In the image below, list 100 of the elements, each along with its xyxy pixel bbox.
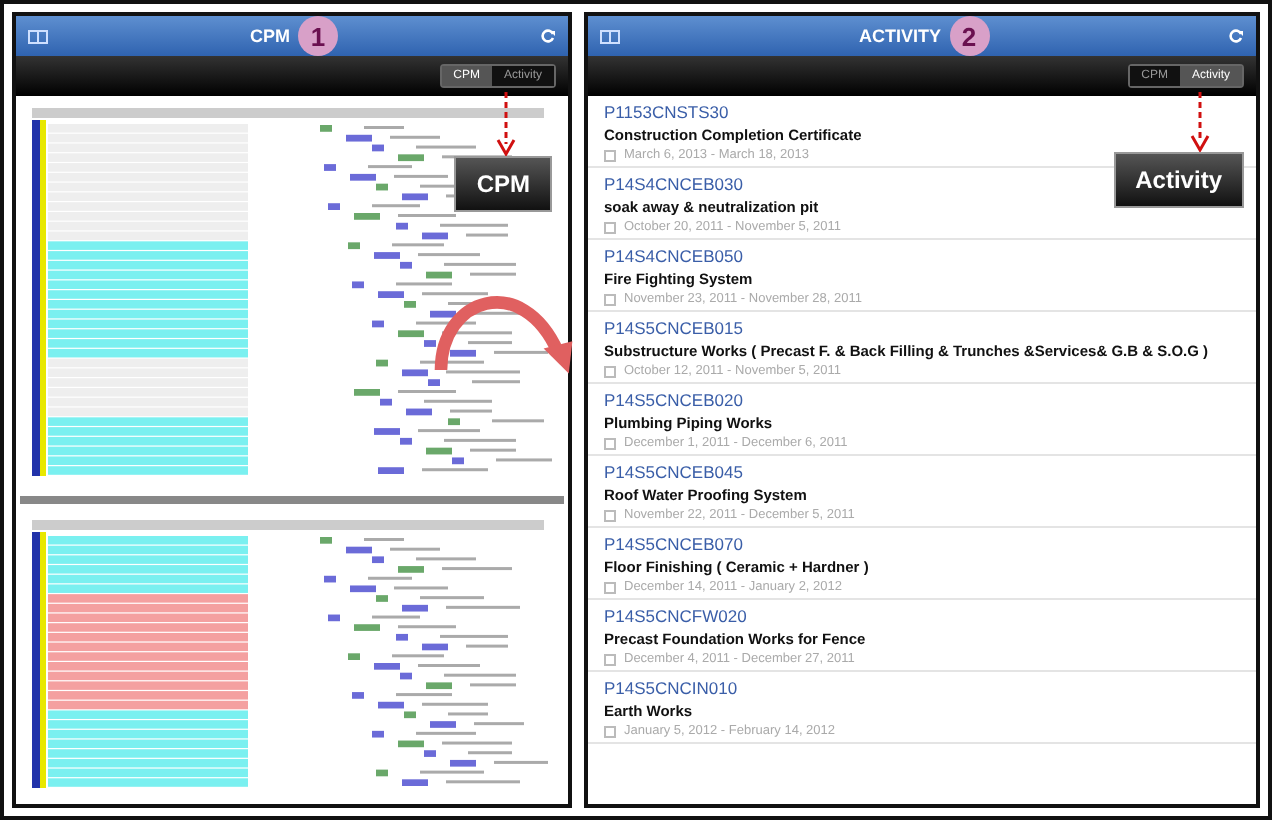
task-label-line (424, 399, 492, 403)
task-bar (376, 769, 388, 777)
step-number-badge: 2 (949, 16, 989, 56)
task-label-line (420, 360, 484, 364)
task-label-line (496, 458, 552, 462)
task-bar (378, 467, 404, 474)
task-label-line (448, 712, 488, 716)
task-bar (348, 653, 360, 660)
task-label-line (470, 448, 516, 452)
calendar-icon (604, 653, 616, 665)
task-bar (426, 271, 452, 279)
calendar-icon (604, 149, 616, 161)
task-label-line (364, 538, 404, 541)
refresh-icon[interactable] (1227, 28, 1244, 44)
task-bar (348, 242, 360, 250)
task-label-line (368, 165, 412, 169)
task-label-line (468, 341, 512, 345)
book-icon[interactable] (600, 29, 620, 43)
task-label-line (416, 321, 476, 325)
task-bar (354, 624, 380, 631)
task-bar (398, 154, 424, 162)
task-label-line (442, 741, 512, 745)
calendar-icon (604, 365, 616, 377)
task-bar (448, 418, 460, 426)
task-label-line (416, 145, 476, 149)
task-label-line (446, 370, 520, 374)
task-label-line (446, 780, 520, 784)
task-label-line (372, 615, 420, 619)
activity-code[interactable]: P14S5CNCEB020 (604, 390, 743, 410)
task-label-line (422, 702, 488, 706)
task-label-line (394, 174, 448, 178)
book-icon[interactable] (28, 29, 48, 43)
activity-code[interactable]: P14S5CNCEB070 (604, 534, 743, 554)
task-bar (404, 301, 416, 308)
task-label-line (440, 634, 508, 638)
refresh-icon[interactable] (540, 28, 556, 44)
task-bar (430, 721, 456, 728)
task-label-line (420, 596, 484, 600)
task-label-line (422, 292, 488, 296)
calendar-icon (604, 437, 616, 449)
task-label-line (442, 331, 512, 335)
calendar-icon (604, 581, 616, 593)
task-bar (378, 291, 404, 298)
task-bar (402, 604, 428, 612)
task-label-line (470, 683, 516, 687)
activity-code[interactable]: P14S4CNCEB050 (604, 246, 743, 266)
calendar-icon (604, 509, 616, 521)
task-bar (422, 643, 448, 651)
task-bar (372, 320, 384, 328)
task-bar (324, 164, 336, 171)
task-label-line (444, 673, 516, 677)
task-label-line (394, 586, 448, 590)
activity-code[interactable]: P14S5CNCIN010 (604, 678, 738, 698)
task-label-line (468, 751, 512, 755)
task-bar (320, 125, 332, 132)
task-label-line (390, 547, 440, 551)
calendar-icon (604, 221, 616, 233)
screen-title: CPM (250, 26, 290, 46)
task-label-line (392, 243, 444, 247)
dashed-arrow (496, 92, 516, 156)
task-label-line (472, 380, 520, 384)
activity-code[interactable]: P14S4CNCEB030 (604, 174, 743, 194)
task-label-line (466, 644, 508, 648)
task-label-line (466, 233, 508, 237)
task-label-line (416, 557, 476, 561)
task-label-line (390, 135, 440, 139)
task-label-line (398, 625, 456, 629)
activity-code[interactable]: P1153CNSTS30 (604, 102, 729, 122)
task-label-line (368, 576, 412, 580)
task-bar (396, 633, 408, 641)
task-bar (402, 193, 428, 201)
task-label-line (440, 223, 508, 227)
task-label-line (396, 282, 452, 286)
activity-code[interactable]: P14S5CNCEB045 (604, 462, 743, 482)
task-label-line (416, 731, 476, 735)
task-bar (450, 349, 476, 357)
task-label-line (398, 390, 456, 393)
task-label-line (474, 722, 524, 726)
task-label-line (444, 262, 516, 266)
activity-code[interactable]: P14S5CNCEB015 (604, 318, 743, 338)
task-bar (398, 566, 424, 573)
calendar-icon (604, 725, 616, 737)
callout-label: CPM (454, 156, 552, 212)
task-bar (320, 537, 332, 544)
task-label-line (418, 253, 480, 257)
task-label-line (420, 770, 484, 774)
task-bar (396, 222, 408, 230)
dashed-arrow (1190, 92, 1210, 152)
task-label-line (364, 126, 404, 129)
activity-code[interactable]: P14S5CNCFW020 (604, 606, 747, 626)
task-label-line (418, 429, 480, 433)
task-label-line (474, 311, 524, 315)
task-bar (328, 614, 340, 622)
task-label-line (494, 760, 548, 764)
task-label-line (418, 664, 480, 667)
task-label-line (492, 419, 544, 423)
calendar-icon (604, 293, 616, 305)
task-label-line (450, 409, 492, 413)
task-label-line (372, 204, 420, 208)
task-bar (422, 232, 448, 240)
